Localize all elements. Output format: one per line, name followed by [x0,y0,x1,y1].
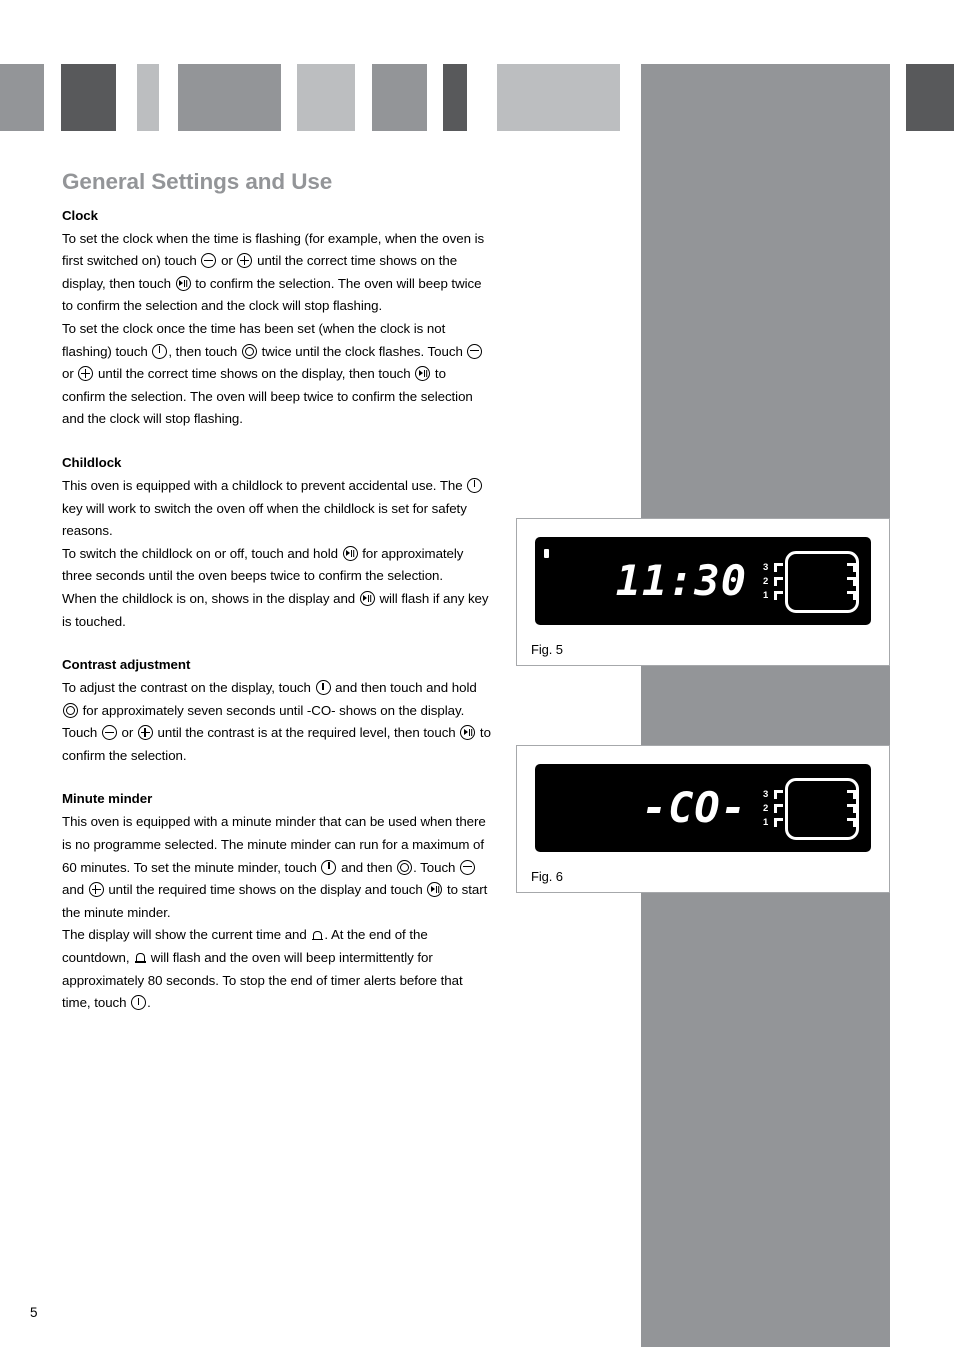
plus-icon [88,882,104,898]
paragraph-contrast-adjustment-1: To adjust the contrast on the display, t… [62,680,491,763]
paragraph-clock-2: To set the clock once the time has been … [62,318,492,431]
shelf-label-1: 1 [763,590,769,601]
swatch-4 [178,64,281,131]
paragraph-childlock-2: To switch the childlock on or off, touch… [62,545,464,584]
paragraph-minute-minder-1: This oven is equipped with a minute mind… [62,814,488,920]
decorative-right-column [641,64,890,1347]
power-icon [152,343,168,359]
paragraph-minute-minder-2: The display will show the current time a… [62,927,463,1011]
shelf-row-1: 1 [763,817,859,829]
shelf-label-3: 3 [763,789,769,800]
swatch-1 [0,64,44,131]
section-heading-childlock: Childlock [62,455,122,471]
minus-icon [201,253,217,269]
section-heading-contrast-adjustment: Contrast adjustment [62,657,191,673]
figure-caption-5: Fig. 5 [531,642,563,657]
shelf-tick-left-1 [774,591,783,600]
swatch-2 [61,64,116,131]
shelf-label-1: 1 [763,817,769,828]
play-pause-icon [359,590,375,606]
section-heading-clock: Clock [62,207,98,223]
power-icon [315,680,331,696]
oven-shelf-graphic-fig5: 3 2 1 [763,551,859,613]
swatch-3 [137,64,159,131]
shelf-tick-left-1 [774,818,783,827]
bell-icon [311,929,323,941]
sections-host: Clock To set the clock when the time is f… [62,206,492,1015]
shelf-tick-right-3 [847,563,856,572]
section-minute-minder: Minute minder This oven is equipped with … [62,789,492,1014]
shelf-tick-left-3 [774,790,783,799]
section-childlock: Childlock This oven is equipped with a ch… [62,453,492,633]
shelf-row-3: 3 [763,562,859,574]
shelf-row-2: 2 [763,576,859,588]
shelf-tick-right-3 [847,790,856,799]
figure-6: -CO- 3 2 1 Fig. 6 [516,745,890,893]
shelf-tick-left-2 [774,804,783,813]
shelf-tick-right-1 [847,591,856,600]
paragraph-childlock-1: This oven is equipped with a childlock t… [62,475,492,543]
shelf-tick-right-2 [847,804,856,813]
shelf-row-1: 1 [763,590,859,602]
clock-icon [63,702,78,718]
shelf-label-3: 3 [763,562,769,573]
shelf-tick-left-2 [774,577,783,586]
swatch-7 [443,64,467,131]
figure-5: 11:30 3 2 1 Fig. 5 [516,518,890,666]
power-icon [321,859,337,875]
clock-icon [397,859,413,875]
play-pause-icon [415,366,431,382]
play-pause-icon [460,725,476,741]
lcd-readout-fig5: 11:30 [615,556,747,605]
swatch-9 [906,64,954,131]
minus-icon [467,343,483,359]
section-heading-minute-minder: Minute minder [62,791,153,807]
lcd-indicator-marker [544,549,549,558]
page-number: 5 [30,1305,38,1320]
power-icon [467,477,483,493]
bell-icon [134,952,146,964]
plus-icon [137,725,153,741]
lcd-panel-fig5: 11:30 3 2 1 [535,537,871,625]
power-icon [131,995,147,1011]
shelf-label-2: 2 [763,803,769,814]
oven-shelf-graphic-fig6: 3 2 1 [763,778,859,840]
play-pause-icon [427,882,443,898]
minus-icon [101,725,117,741]
paragraph-childlock-3: When the childlock is on, shows in the d… [62,590,489,629]
section-contrast-adjustment: Contrast adjustment To adjust the contras… [62,655,492,767]
page-title: General Settings and Use [62,169,333,194]
shelf-row-3: 3 [763,789,859,801]
shelf-tick-right-2 [847,577,856,586]
section-clock: Clock To set the clock when the time is f… [62,206,492,431]
swatch-5 [297,64,355,131]
paragraph-clock-1: To set the clock when the time is flashi… [62,230,485,314]
plus-icon [237,253,253,269]
swatch-8 [497,64,620,131]
shelf-tick-right-1 [847,818,856,827]
play-pause-icon [175,275,191,291]
lcd-panel-fig6: -CO- 3 2 1 [535,764,871,852]
play-pause-icon [342,545,358,561]
lcd-readout-fig6: -CO- [641,783,747,832]
shelf-label-2: 2 [763,576,769,587]
shelf-row-2: 2 [763,803,859,815]
swatch-6 [372,64,427,131]
clock-icon [241,343,257,359]
shelf-tick-left-3 [774,563,783,572]
plus-icon [78,366,94,382]
main-content: General Settings and Use Clock To set the… [62,169,492,1015]
figure-caption-6: Fig. 6 [531,869,563,884]
minus-icon [460,859,476,875]
